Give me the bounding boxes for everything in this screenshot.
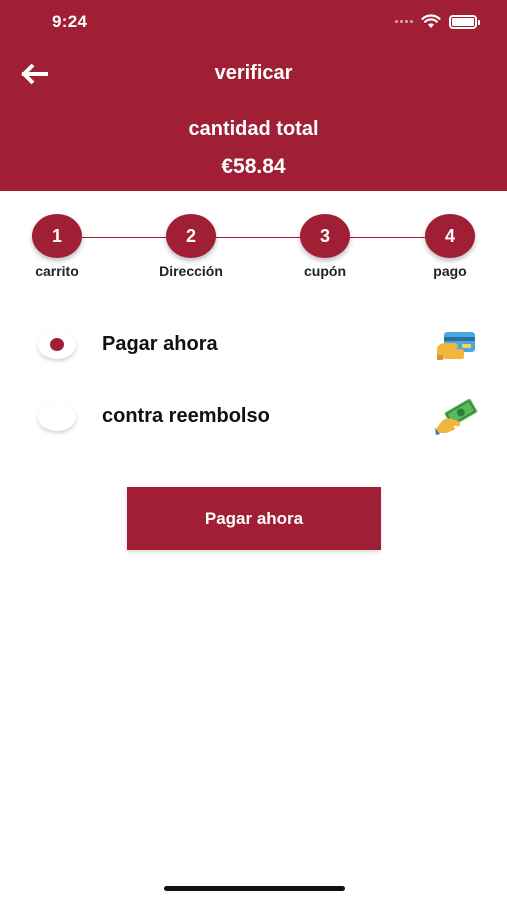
radio-pay-now[interactable] — [38, 331, 76, 359]
step-3-circle: 3 — [300, 214, 350, 258]
step-4-label: pago — [433, 263, 467, 279]
status-icons — [395, 14, 480, 29]
header: 9:24 verificar cantidad total €58.84 — [0, 0, 507, 191]
step-2-circle: 2 — [166, 214, 216, 258]
payment-option-cash-on-delivery[interactable]: contra reembolso — [0, 397, 507, 437]
step-4-circle: 4 — [425, 214, 475, 258]
payment-option-label: contra reembolso — [102, 405, 270, 427]
payment-option-pay-now[interactable]: Pagar ahora — [0, 325, 507, 365]
checkout-stepper: 1 2 3 4 carrito Dirección cupón pago — [0, 212, 507, 292]
signal-icon — [395, 20, 413, 23]
payment-option-label: Pagar ahora — [102, 333, 218, 355]
total-amount: €58.84 — [221, 155, 286, 178]
home-indicator — [164, 886, 345, 891]
wifi-icon — [421, 14, 441, 28]
page-title: verificar — [214, 62, 293, 84]
radio-cash-on-delivery[interactable] — [38, 403, 76, 431]
pay-now-button[interactable]: Pagar ahora — [127, 487, 381, 550]
credit-card-icon — [437, 332, 475, 360]
step-1-label: carrito — [35, 263, 79, 279]
radio-selected-dot — [50, 338, 64, 351]
step-1-circle: 1 — [32, 214, 82, 258]
step-connector — [82, 237, 168, 238]
cash-hand-icon — [435, 399, 478, 435]
status-time: 9:24 — [52, 12, 88, 31]
step-3-label: cupón — [304, 263, 346, 279]
step-2-label: Dirección — [159, 263, 223, 279]
battery-icon — [449, 14, 480, 29]
step-connector — [350, 237, 426, 238]
total-label: cantidad total — [188, 118, 319, 140]
step-connector — [216, 237, 302, 238]
